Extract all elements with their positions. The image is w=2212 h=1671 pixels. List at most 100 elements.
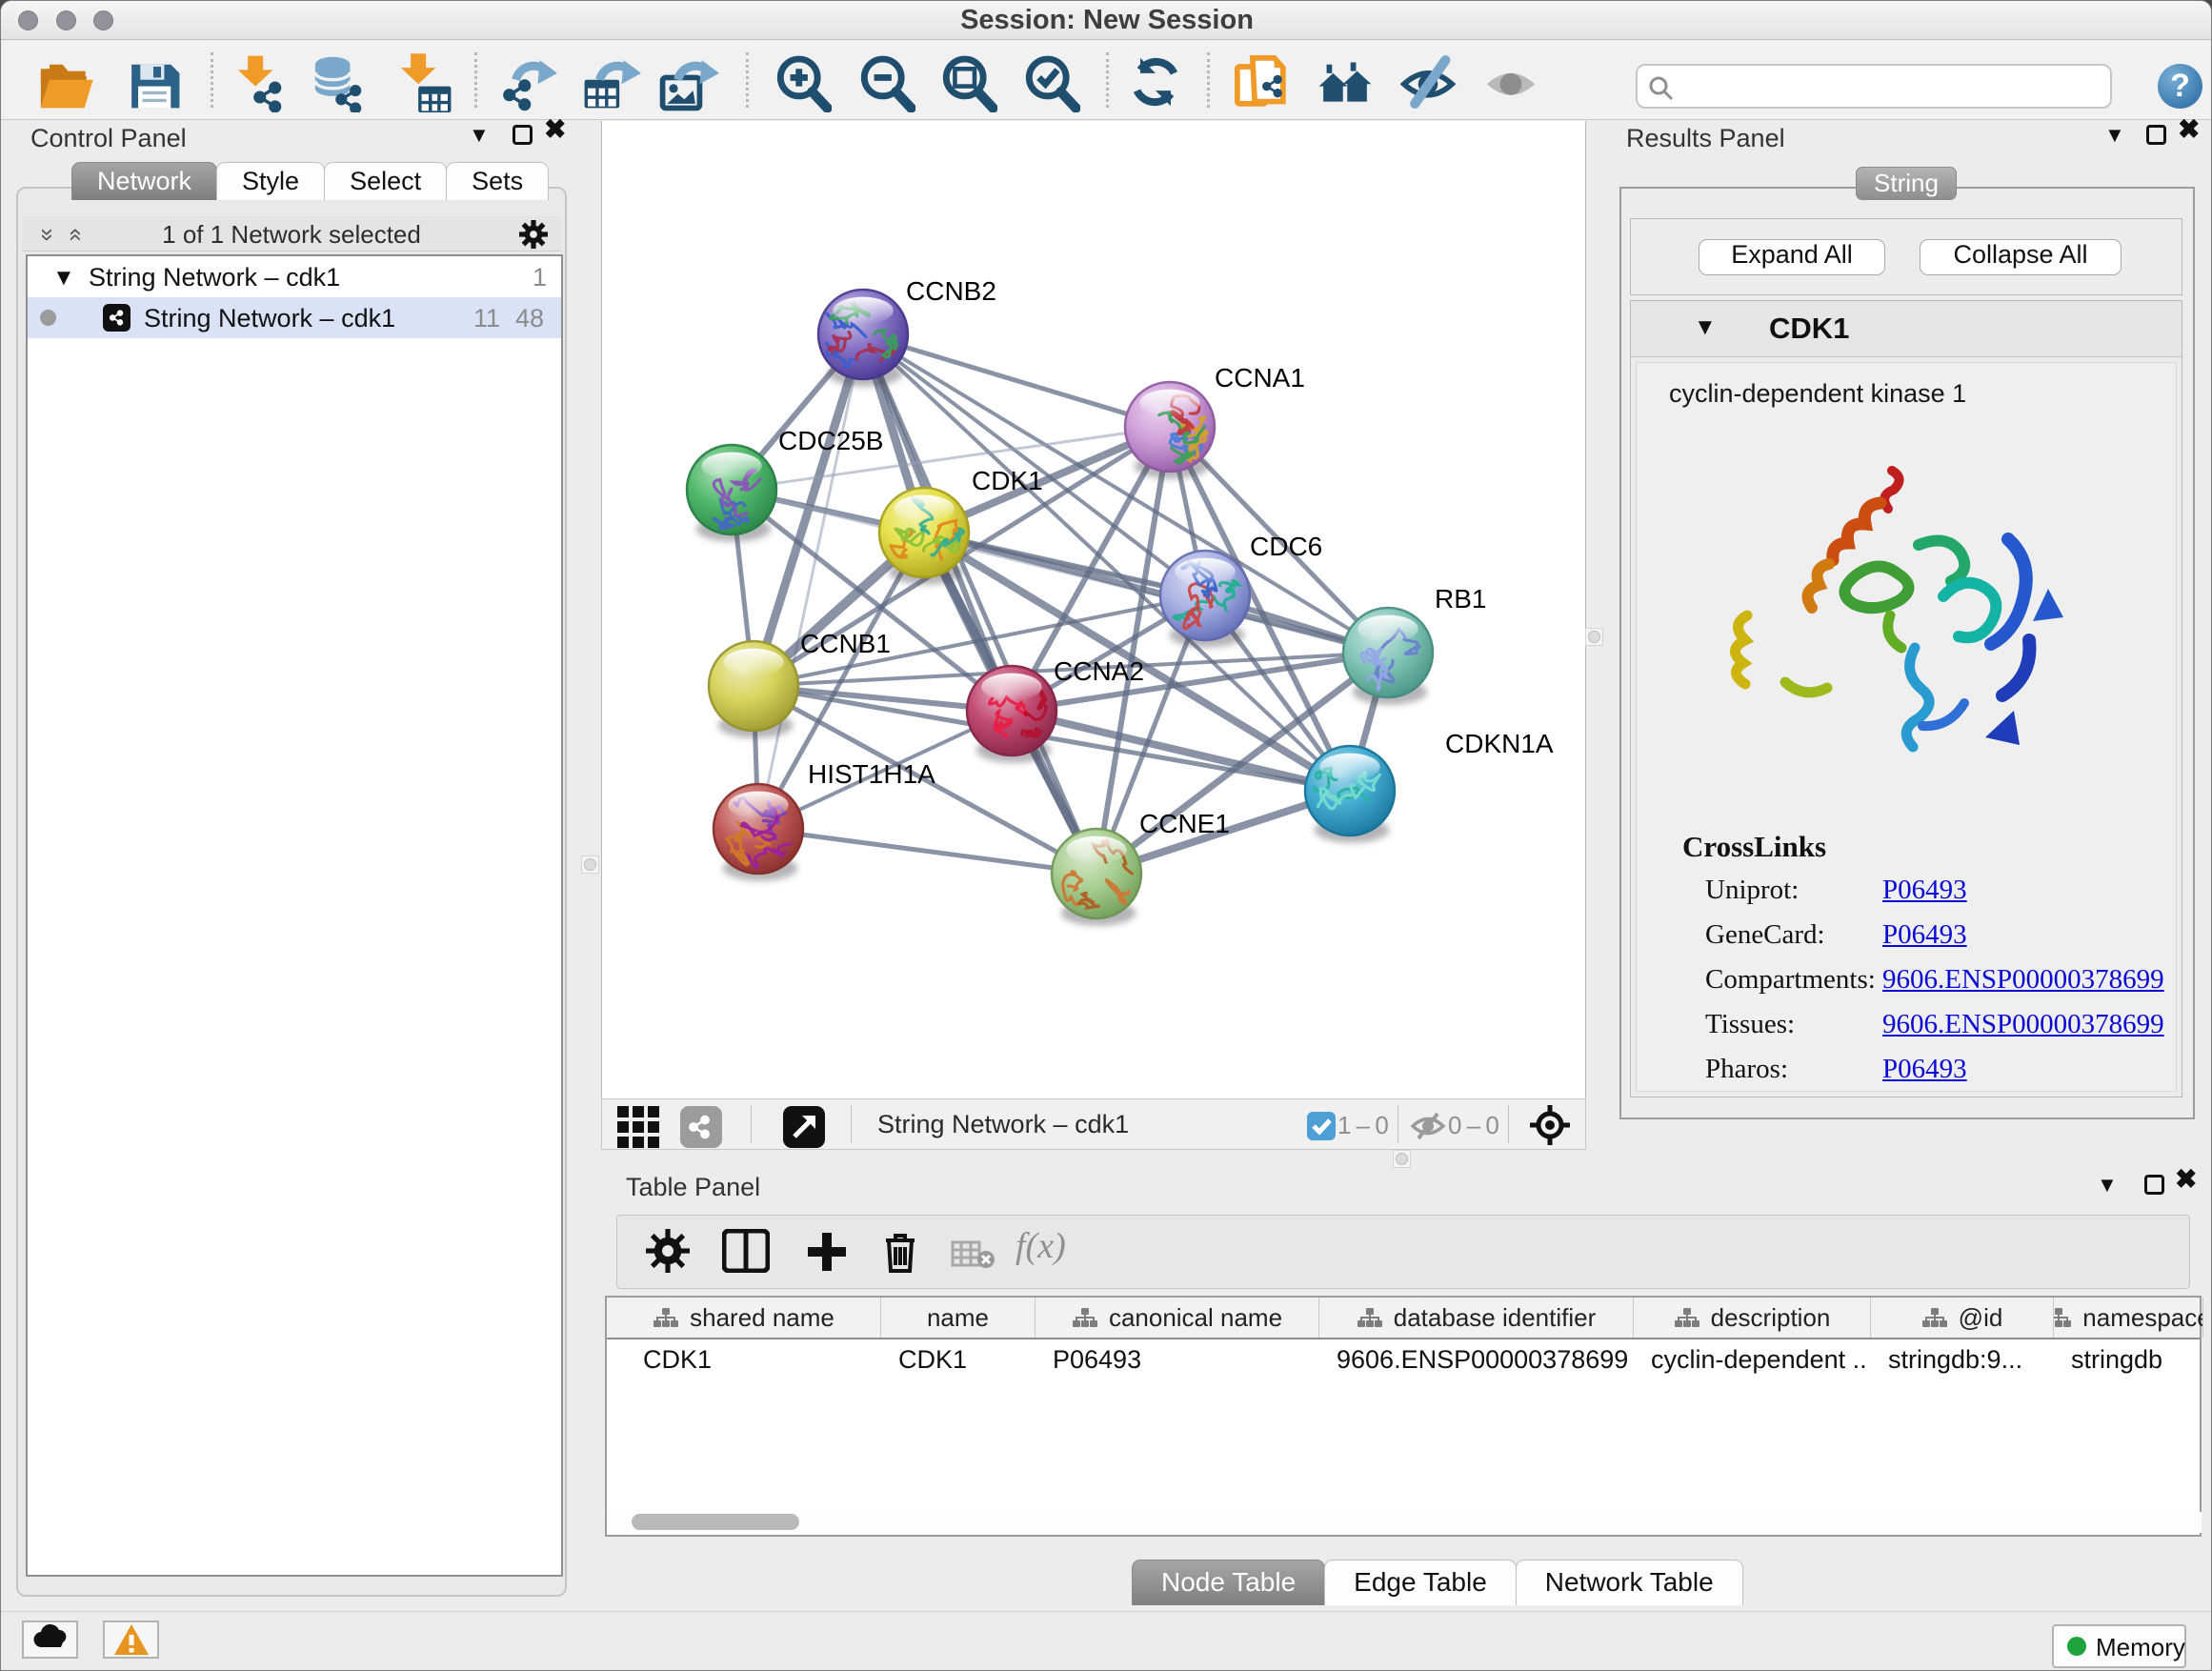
export-image-icon[interactable] (658, 51, 719, 112)
tab-select[interactable]: Select (324, 162, 447, 200)
network-node-CDC6[interactable] (1159, 550, 1251, 641)
network-tree-row[interactable]: String Network – cdk111 48 (28, 297, 561, 338)
network-node-HIST1H1A[interactable] (713, 783, 804, 875)
network-node-CDC25B[interactable] (686, 444, 777, 535)
network-node-CCNA1[interactable] (1124, 381, 1216, 473)
table-cell[interactable]: CDK1 (643, 1345, 898, 1375)
search-input[interactable] (1683, 68, 2102, 105)
results-panel: Results Panel ▼ ✖ String Expand All Coll… (1590, 121, 2205, 1157)
tab-node-table[interactable]: Node Table (1132, 1560, 1325, 1605)
network-node-RB1[interactable] (1342, 607, 1434, 698)
expand-all-button[interactable]: Expand All (1699, 239, 1885, 275)
entry-collapse-caret-icon[interactable]: ▼ (1694, 314, 1717, 341)
function-builder-icon[interactable]: f(x) (1016, 1225, 1066, 1267)
zoom-fit-icon[interactable] (936, 51, 997, 112)
results-panel-collapse-icon[interactable]: ▼ (2104, 126, 2125, 145)
table-cell[interactable]: P06493 (1053, 1345, 1317, 1375)
results-entry-header[interactable]: ▼ CDK1 (1631, 301, 2182, 357)
zoom-in-icon[interactable] (771, 51, 832, 112)
table-panel-close-icon[interactable]: ✖ (2175, 1170, 2197, 1189)
crosslink-link[interactable]: 9606.ENSP00000378699 (1882, 964, 2164, 996)
crosslink-label: Uniprot: (1705, 875, 1799, 905)
control-panel-collapse-icon[interactable]: ▼ (469, 126, 490, 145)
network-node-CCNB2[interactable] (817, 289, 909, 380)
column-header-namespace[interactable]: namespace (2054, 1298, 2203, 1338)
tree-row-label: String Network – cdk1 (144, 304, 395, 333)
crosslink-link[interactable]: 9606.ENSP00000378699 (1882, 1009, 2164, 1040)
crosslink-link[interactable]: P06493 (1882, 875, 1967, 906)
table-cell[interactable]: cyclin-dependent ... (1651, 1345, 1869, 1375)
crosslinks-title: CrossLinks (1682, 830, 1826, 864)
table-settings-gear-icon[interactable] (646, 1229, 690, 1278)
table-cell[interactable]: stringdb (2071, 1345, 2202, 1375)
network-tree-row[interactable]: ▼String Network – cdk11 (28, 256, 561, 297)
import-network-icon[interactable] (231, 51, 292, 112)
network-canvas[interactable]: CCNB2CCNA1CDC25BCDK1CDC6RB1CCNB1CCNA2CDK… (601, 121, 1586, 1098)
help-button[interactable]: ? (2158, 64, 2202, 109)
home-icon[interactable] (1315, 51, 1376, 112)
show-all-icon[interactable] (1480, 51, 1541, 112)
left-splitter-handle[interactable] (581, 856, 599, 874)
tab-sets[interactable]: Sets (446, 162, 549, 200)
open-file-icon[interactable] (34, 51, 95, 112)
results-tab-string[interactable]: String (1856, 167, 1957, 200)
network-node-CCNE1[interactable] (1051, 828, 1142, 919)
refresh-icon[interactable] (1125, 51, 1186, 112)
results-panel-close-icon[interactable]: ✖ (2178, 120, 2200, 139)
table-horizontal-scrollbar[interactable] (609, 1512, 2202, 1533)
network-node-CDKN1A[interactable] (1304, 745, 1396, 836)
share-network-icon[interactable] (680, 1106, 722, 1153)
crosslink-label: GeneCard: (1705, 919, 1825, 950)
column-header-canonicalname[interactable]: canonical name (1036, 1298, 1319, 1338)
tab-edge-table[interactable]: Edge Table (1324, 1560, 1517, 1605)
zoom-selected-icon[interactable] (1019, 51, 1080, 112)
column-header-name[interactable]: name (881, 1298, 1036, 1338)
save-session-icon[interactable] (123, 51, 184, 112)
memory-button[interactable]: Memory (2052, 1624, 2186, 1668)
tree-expand-caret-icon[interactable]: ▼ (52, 265, 75, 292)
table-cell[interactable]: CDK1 (898, 1345, 1034, 1375)
add-column-icon[interactable] (804, 1229, 850, 1279)
table-panel-collapse-icon[interactable]: ▼ (2097, 1176, 2118, 1195)
zoom-out-icon[interactable] (855, 51, 915, 112)
search-box[interactable] (1636, 64, 2112, 109)
grid-view-icon[interactable] (617, 1106, 659, 1153)
scrollbar-thumb[interactable] (632, 1514, 799, 1530)
tab-network-table[interactable]: Network Table (1516, 1560, 1743, 1605)
column-header-databaseidentifier[interactable]: database identifier (1319, 1298, 1634, 1338)
column-header-id[interactable]: @id (1871, 1298, 2054, 1338)
control-panel-close-icon[interactable]: ✖ (544, 120, 566, 139)
table-cell[interactable]: 9606.ENSP00000378699 (1337, 1345, 1632, 1375)
table-toolbar: f(x) (616, 1215, 2190, 1289)
import-network-database-icon[interactable] (309, 51, 370, 112)
network-node-CCNA2[interactable] (966, 665, 1057, 756)
column-header-sharedname[interactable]: shared name (607, 1298, 881, 1338)
collapse-all-button[interactable]: Collapse All (1920, 239, 2122, 275)
crosslink-link[interactable]: P06493 (1882, 1054, 1967, 1085)
table-panel-float-icon[interactable] (2144, 1175, 2164, 1195)
show-columns-icon[interactable] (722, 1229, 770, 1278)
export-network-icon[interactable] (496, 51, 557, 112)
network-node-CDK1[interactable] (878, 487, 970, 578)
table-tabs: Node TableEdge TableNetwork Table (1132, 1560, 1742, 1605)
control-panel-float-icon[interactable] (513, 125, 533, 145)
table-cell[interactable]: stringdb:9... (1888, 1345, 2052, 1375)
network-view-toolbar: String Network – cdk1 1 – 0 0 – 0 (601, 1098, 1586, 1150)
tab-network[interactable]: Network (71, 162, 217, 200)
warnings-button[interactable] (103, 1621, 159, 1659)
network-options-gear-icon[interactable] (519, 220, 548, 253)
tab-style[interactable]: Style (216, 162, 325, 200)
delete-column-trash-icon[interactable] (880, 1229, 920, 1279)
network-node-CCNB1[interactable] (708, 640, 799, 732)
cloud-button[interactable] (22, 1621, 78, 1659)
hide-selected-icon[interactable] (1398, 51, 1458, 112)
open-in-new-window-icon[interactable] (783, 1106, 825, 1153)
import-table-icon[interactable] (394, 51, 455, 112)
birdseye-view-icon[interactable] (1528, 1103, 1572, 1152)
export-table-icon[interactable] (580, 51, 641, 112)
selected-checkbox-icon[interactable] (1307, 1112, 1336, 1145)
crosslink-link[interactable]: P06493 (1882, 919, 1967, 951)
copy-network-icon[interactable] (1231, 51, 1292, 112)
results-panel-float-icon[interactable] (2146, 125, 2166, 145)
column-header-description[interactable]: description (1634, 1298, 1871, 1338)
